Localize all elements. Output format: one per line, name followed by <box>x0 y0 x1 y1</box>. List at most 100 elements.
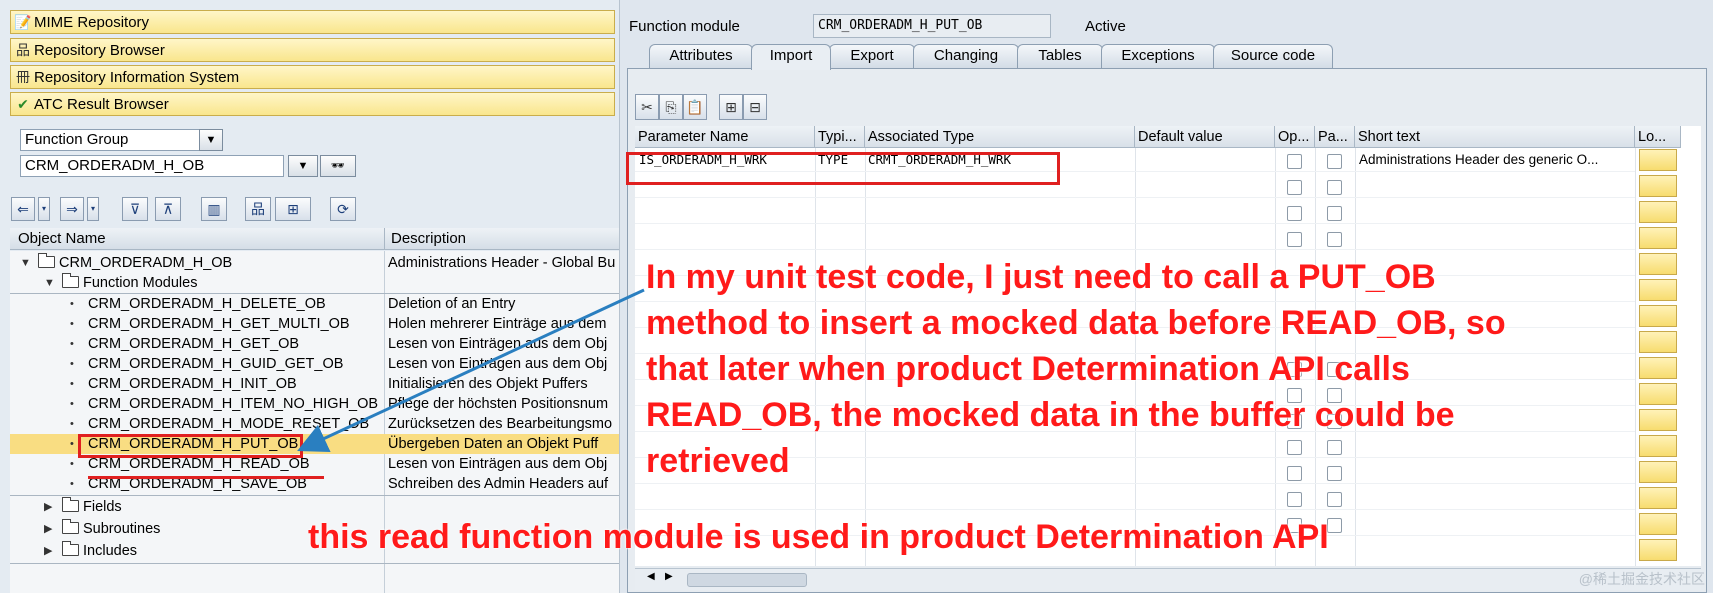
pass-value-checkbox[interactable] <box>1327 518 1342 533</box>
col-pass-value[interactable]: Pa... <box>1315 126 1355 148</box>
col-typing[interactable]: Typi... <box>815 126 865 148</box>
long-text-button[interactable] <box>1639 149 1677 171</box>
pass-value-checkbox[interactable] <box>1327 466 1342 481</box>
pass-value-checkbox[interactable] <box>1327 440 1342 455</box>
object-name-dropdown-icon[interactable]: ▼ <box>288 155 318 177</box>
long-text-button[interactable] <box>1639 279 1677 301</box>
back-button[interactable]: ⇐ <box>11 197 35 221</box>
pass-value-checkbox[interactable] <box>1327 180 1342 195</box>
pass-value-checkbox[interactable] <box>1327 232 1342 247</box>
collapsed-triangle-icon[interactable]: ▶ <box>44 497 52 517</box>
tree-item[interactable]: • CRM_ORDERADM_H_GET_OB Lesen von Einträ… <box>10 334 619 354</box>
delete-row-button[interactable]: ⊟ <box>743 94 767 120</box>
long-text-button[interactable] <box>1639 357 1677 379</box>
nav-repository-info-system[interactable]: 冊 Repository Information System <box>10 65 615 89</box>
hierarchy-icon: 品 <box>251 201 265 217</box>
tree-item[interactable]: • CRM_ORDERADM_H_DELETE_OB Deletion of a… <box>10 294 619 314</box>
repository-info-system-icon: 冊 <box>16 69 30 85</box>
object-type-dropdown-arrow[interactable]: ▼ <box>199 129 223 151</box>
col-short-text[interactable]: Short text <box>1355 126 1635 148</box>
col-parameter-name[interactable]: Parameter Name <box>635 126 815 148</box>
expanded-triangle-icon[interactable]: ▼ <box>44 273 55 293</box>
optional-checkbox[interactable] <box>1287 154 1302 169</box>
nav-atc-result-browser[interactable]: ✔ ATC Result Browser <box>10 92 615 116</box>
tab-export[interactable]: Export <box>829 44 915 68</box>
tree-item[interactable]: • CRM_ORDERADM_H_GUID_GET_OB Lesen von E… <box>10 354 619 374</box>
display-object-button[interactable]: 🕶 <box>320 155 356 177</box>
scroll-left-icon[interactable]: ◀ <box>647 571 655 582</box>
layout-button[interactable]: ⊞ <box>275 197 311 221</box>
refresh-button[interactable]: ⟳ <box>330 197 356 221</box>
collapsed-triangle-icon[interactable]: ▶ <box>44 541 52 561</box>
back-history-dropdown[interactable]: ▾ <box>38 197 50 221</box>
bullet-icon: • <box>70 418 74 430</box>
insert-row-button[interactable]: ⊞ <box>719 94 743 120</box>
hierarchy-button[interactable]: 品 <box>245 197 271 221</box>
root-node-description: Administrations Header - Global Bu <box>388 255 616 271</box>
object-type-select[interactable]: Function Group <box>20 129 202 151</box>
object-name-input[interactable]: CRM_ORDERADM_H_OB <box>20 155 284 177</box>
collapsed-triangle-icon[interactable]: ▶ <box>44 519 52 539</box>
optional-checkbox[interactable] <box>1287 440 1302 455</box>
nav-repository-browser[interactable]: 品 Repository Browser <box>10 38 615 62</box>
tree-item[interactable]: • CRM_ORDERADM_H_MODE_RESET_OB Zurückset… <box>10 414 619 434</box>
long-text-button[interactable] <box>1639 227 1677 249</box>
col-default-value[interactable]: Default value <box>1135 126 1275 148</box>
object-name-column-header[interactable]: Object Name <box>18 230 106 247</box>
long-text-button[interactable] <box>1639 409 1677 431</box>
col-associated-type[interactable]: Associated Type <box>865 126 1135 148</box>
forward-history-dropdown[interactable]: ▾ <box>87 197 99 221</box>
nav-repository-browser-label: Repository Browser <box>34 41 165 59</box>
tree-root-node[interactable]: ▼ CRM_ORDERADM_H_OB Administrations Head… <box>10 253 619 273</box>
optional-checkbox[interactable] <box>1287 206 1302 221</box>
tree-item[interactable]: • CRM_ORDERADM_H_GET_MULTI_OB Holen mehr… <box>10 314 619 334</box>
tab-tables[interactable]: Tables <box>1017 44 1103 68</box>
long-text-button[interactable] <box>1639 305 1677 327</box>
tab-source-code[interactable]: Source code <box>1213 44 1333 68</box>
optional-checkbox[interactable] <box>1287 466 1302 481</box>
long-text-button[interactable] <box>1639 175 1677 197</box>
col-optional[interactable]: Op... <box>1275 126 1315 148</box>
col-long-text[interactable]: Lo... <box>1635 126 1681 148</box>
long-text-button[interactable] <box>1639 513 1677 535</box>
long-text-button[interactable] <box>1639 461 1677 483</box>
find-button[interactable]: ▥ <box>201 197 227 221</box>
long-text-button[interactable] <box>1639 253 1677 275</box>
tab-exceptions[interactable]: Exceptions <box>1101 44 1215 68</box>
optional-checkbox[interactable] <box>1287 180 1302 195</box>
nav-mime-repository[interactable]: 📝 MIME Repository <box>10 10 615 34</box>
optional-checkbox[interactable] <box>1287 492 1302 507</box>
forward-button[interactable]: ⇒ <box>60 197 84 221</box>
tree-function-modules-folder[interactable]: ▼ Function Modules <box>10 273 619 293</box>
cut-row-button[interactable]: ✂ <box>635 94 659 120</box>
bullet-icon: • <box>70 398 74 410</box>
long-text-button[interactable] <box>1639 435 1677 457</box>
long-text-button[interactable] <box>1639 331 1677 353</box>
long-text-button[interactable] <box>1639 539 1677 561</box>
expand-all-button[interactable]: ⊽ <box>122 197 148 221</box>
scroll-right-icon[interactable]: ▶ <box>665 571 673 582</box>
tree-item[interactable]: • CRM_ORDERADM_H_ITEM_NO_HIGH_OB Pflege … <box>10 394 619 414</box>
function-module-name-field[interactable]: CRM_ORDERADM_H_PUT_OB <box>813 14 1051 38</box>
horizontal-scrollbar[interactable]: ◀ ▶ <box>635 568 1701 590</box>
collapse-all-button[interactable]: ⊼ <box>155 197 181 221</box>
long-text-button[interactable] <box>1639 383 1677 405</box>
pass-value-checkbox[interactable] <box>1327 492 1342 507</box>
long-text-button[interactable] <box>1639 201 1677 223</box>
tab-attributes[interactable]: Attributes <box>649 44 753 68</box>
tab-import[interactable]: Import <box>751 44 831 70</box>
description-column-header[interactable]: Description <box>391 230 466 247</box>
folder-icon <box>62 541 79 556</box>
pass-value-checkbox[interactable] <box>1327 206 1342 221</box>
tab-changing[interactable]: Changing <box>913 44 1019 68</box>
optional-checkbox[interactable] <box>1287 232 1302 247</box>
tree-item[interactable]: • CRM_ORDERADM_H_INIT_OB Initialisieren … <box>10 374 619 394</box>
pass-value-checkbox[interactable] <box>1327 154 1342 169</box>
module-description: Lesen von Einträgen aus dem Obj <box>388 456 608 472</box>
copy-row-button[interactable]: ⎘ <box>659 94 683 120</box>
short-text-cell[interactable]: Administrations Header des generic O... <box>1359 149 1629 171</box>
paste-row-button[interactable]: 📋 <box>683 94 707 120</box>
scrollbar-thumb[interactable] <box>687 573 807 587</box>
long-text-button[interactable] <box>1639 487 1677 509</box>
expanded-triangle-icon[interactable]: ▼ <box>20 253 31 273</box>
